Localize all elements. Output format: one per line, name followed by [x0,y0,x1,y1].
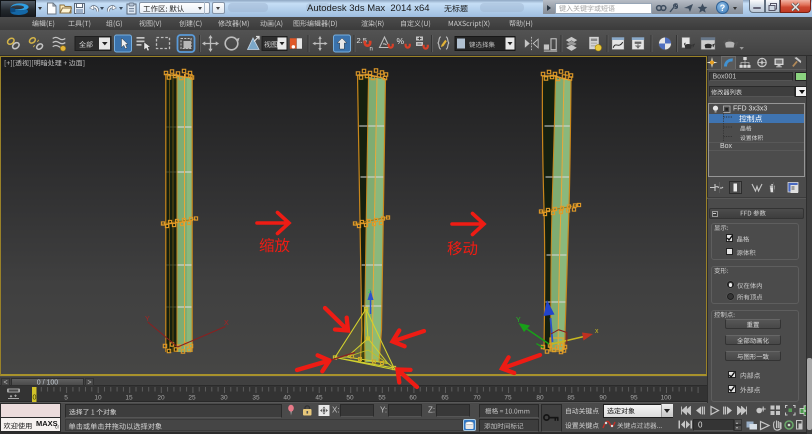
svg-text:25: 25 [188,395,196,402]
svg-text:80: 80 [536,395,544,402]
svg-text:85: 85 [567,395,575,402]
svg-text:z: z [368,289,371,295]
svg-text:40: 40 [283,395,291,402]
svg-text:15: 15 [125,395,133,402]
svg-text:%: % [397,36,405,46]
svg-text:5: 5 [64,395,68,402]
svg-text:75: 75 [504,395,512,402]
svg-text:35: 35 [252,395,260,402]
svg-text:Y: Y [516,317,521,324]
svg-text:100: 100 [661,395,672,402]
svg-text:70: 70 [473,395,481,402]
svg-text:x: x [595,328,599,335]
svg-text:0: 0 [33,395,37,402]
svg-text:55: 55 [378,395,386,402]
svg-text:10: 10 [94,395,102,402]
svg-text:50: 50 [346,395,354,402]
svg-text:Y: Y [145,316,150,323]
svg-text:65: 65 [441,395,449,402]
svg-text:90: 90 [599,395,607,402]
svg-text:45: 45 [315,395,323,402]
svg-text:30: 30 [220,395,228,402]
svg-text:X: X [224,320,229,327]
svg-text:n: n [370,47,373,53]
svg-text:20: 20 [157,395,165,402]
svg-text:60: 60 [409,395,417,402]
svg-text:95: 95 [630,395,638,402]
